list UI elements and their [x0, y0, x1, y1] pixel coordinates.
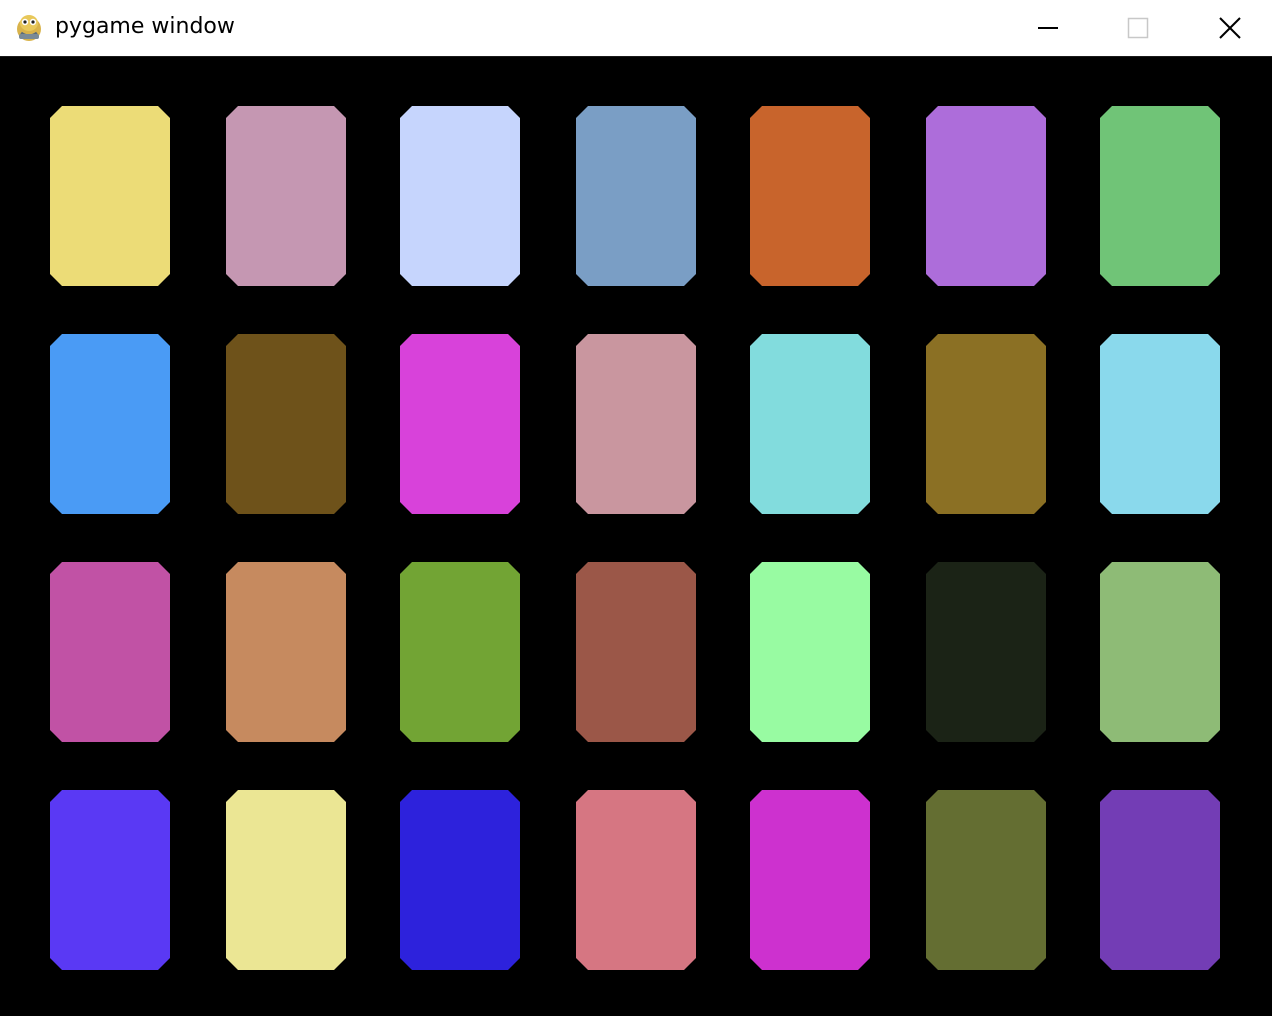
card-r3-c5[interactable] — [750, 562, 870, 742]
window-title: pygame window — [55, 14, 235, 39]
game-board — [0, 57, 1272, 1016]
card-r1-c1[interactable] — [50, 106, 170, 286]
card-r3-c6[interactable] — [926, 562, 1046, 742]
maximize-button[interactable] — [1093, 0, 1183, 56]
pygame-window: pygame window — [0, 0, 1272, 1016]
card-r2-c3[interactable] — [400, 334, 520, 514]
close-icon — [1219, 17, 1241, 39]
card-r2-c1[interactable] — [50, 334, 170, 514]
card-r3-c1[interactable] — [50, 562, 170, 742]
card-r2-c4[interactable] — [576, 334, 696, 514]
card-r4-c1[interactable] — [50, 790, 170, 970]
card-r1-c5[interactable] — [750, 106, 870, 286]
maximize-icon — [1127, 17, 1149, 39]
card-r2-c2[interactable] — [226, 334, 346, 514]
card-r4-c7[interactable] — [1100, 790, 1220, 970]
card-r2-c6[interactable] — [926, 334, 1046, 514]
card-r3-c4[interactable] — [576, 562, 696, 742]
minimize-icon — [1038, 27, 1058, 29]
card-r2-c7[interactable] — [1100, 334, 1220, 514]
card-r2-c5[interactable] — [750, 334, 870, 514]
card-r4-c6[interactable] — [926, 790, 1046, 970]
minimize-button[interactable] — [1003, 0, 1093, 56]
card-r1-c6[interactable] — [926, 106, 1046, 286]
pygame-snake-icon — [17, 15, 41, 41]
close-button[interactable] — [1185, 0, 1272, 56]
card-r3-c2[interactable] — [226, 562, 346, 742]
card-r3-c3[interactable] — [400, 562, 520, 742]
card-r1-c7[interactable] — [1100, 106, 1220, 286]
card-r1-c3[interactable] — [400, 106, 520, 286]
card-r4-c5[interactable] — [750, 790, 870, 970]
card-r4-c4[interactable] — [576, 790, 696, 970]
card-r4-c2[interactable] — [226, 790, 346, 970]
card-r1-c4[interactable] — [576, 106, 696, 286]
card-r4-c3[interactable] — [400, 790, 520, 970]
title-bar[interactable]: pygame window — [0, 0, 1272, 57]
card-r3-c7[interactable] — [1100, 562, 1220, 742]
card-r1-c2[interactable] — [226, 106, 346, 286]
